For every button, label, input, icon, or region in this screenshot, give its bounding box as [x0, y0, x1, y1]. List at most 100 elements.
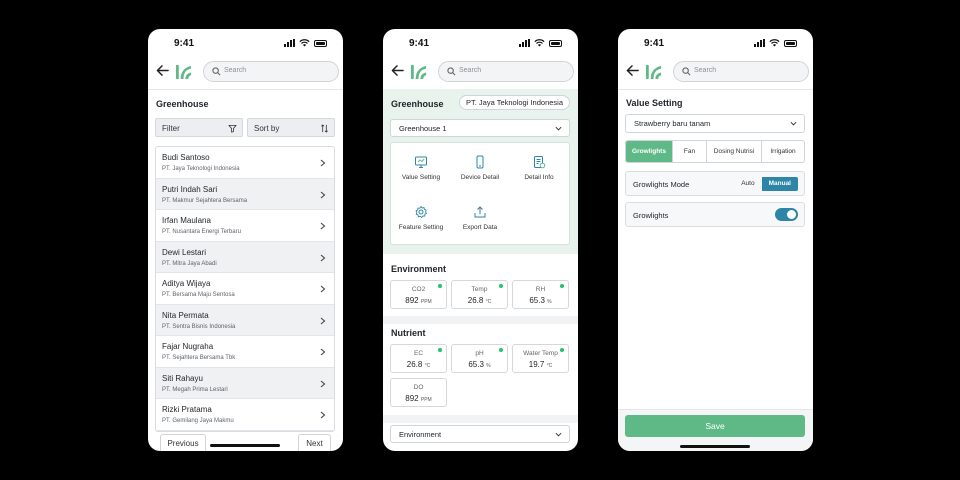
back-arrow-icon[interactable]: [156, 64, 169, 77]
page-title: Greenhouse: [391, 99, 444, 109]
list-item[interactable]: Budi Santoso PT. Jaya Teknologi Indonesia: [156, 147, 334, 179]
search-placeholder: Search: [459, 67, 482, 74]
section-separator: [383, 415, 578, 423]
co2-sensor-card[interactable]: CO2 892 PPM: [390, 280, 447, 309]
item-name: Rizki Pratama: [162, 405, 212, 414]
growlights-toggle-row: Growlights: [625, 202, 805, 227]
item-name: Irfan Maulana: [162, 216, 211, 225]
list-item[interactable]: Dewi Lestari PT. Mitra Jaya Abadi: [156, 241, 334, 273]
chevron-down-icon: [555, 126, 562, 131]
item-company: PT. Megah Prima Lestari: [162, 386, 228, 393]
chevron-right-icon: [320, 159, 326, 167]
list-item[interactable]: Rizki Pratama PT. Gemilang Jaya Makmu: [156, 399, 334, 431]
home-indicator: [210, 444, 280, 447]
sensor-label: CO2: [411, 286, 426, 293]
signal-icon: [284, 39, 295, 47]
header-divider: [618, 89, 813, 90]
phone-device-icon: [476, 155, 484, 169]
search-placeholder: Search: [694, 67, 717, 74]
growlights-toggle[interactable]: [775, 208, 798, 221]
list-item[interactable]: Fajar Nugraha PT. Sejahtera Bersama Tbk: [156, 336, 334, 368]
search-input[interactable]: Search: [673, 61, 809, 82]
chevron-right-icon: [320, 285, 326, 293]
value-setting-label: Value Setting: [401, 174, 441, 181]
sensor-label: RH: [535, 286, 546, 293]
temp-sensor-card[interactable]: Temp 26.8 °C: [451, 280, 508, 309]
filter-button[interactable]: Filter: [155, 118, 243, 137]
item-company: PT. Bersama Maju Sentosa: [162, 292, 235, 298]
mode-segmented-control: Auto Manual: [734, 177, 798, 191]
chevron-down-icon: [555, 432, 562, 437]
mode-manual-option[interactable]: Manual: [761, 177, 798, 191]
tab-dosing-nutrisi[interactable]: Dosing Nutrisi: [707, 141, 762, 162]
status-bar: 9:41: [618, 37, 813, 51]
sensor-value: 26.8: [467, 296, 484, 305]
page-title: Value Setting: [626, 98, 683, 108]
monitor-icon: [415, 156, 427, 168]
value-setting-menu[interactable]: Value Setting: [391, 155, 451, 181]
list-item[interactable]: Irfan Maulana PT. Nusantara Energi Terbar…: [156, 210, 334, 242]
bottom-section-select-value: Environment: [399, 430, 442, 439]
tab-irrigation[interactable]: Irrigation: [762, 141, 804, 162]
tab-fan[interactable]: Fan: [673, 141, 707, 162]
chevron-right-icon: [320, 317, 326, 324]
greenhouse-select[interactable]: Greenhouse 1: [390, 119, 570, 137]
list-item[interactable]: Putri Indah Sari PT. Makmur Sejahtera Ber…: [156, 178, 334, 210]
chevron-right-icon: [320, 348, 326, 356]
rh-sensor-card[interactable]: RH 65.3 %: [512, 280, 569, 309]
sensor-value: 19.7: [528, 360, 545, 369]
item-company: PT. Makmur Sejahtera Bersama: [162, 197, 248, 204]
back-arrow-icon[interactable]: [626, 64, 639, 77]
feature-setting-label: Feature Setting: [398, 224, 444, 231]
water-temp-sensor-card[interactable]: Water Temp 19.7 °C: [512, 344, 569, 373]
search-icon: [212, 67, 221, 76]
mode-auto-option[interactable]: Auto: [734, 177, 761, 191]
status-time: 9:41: [644, 38, 665, 49]
sensor-value: 892: [405, 394, 419, 403]
greenhouse-list-screen: 9:41 Search Greenhouse Filter Sort by Bu…: [148, 29, 343, 451]
device-detail-menu[interactable]: Device Detail: [450, 155, 510, 181]
list-item[interactable]: Siti Rahayu PT. Megah Prima Lestari: [156, 367, 334, 399]
list-item[interactable]: Nita Permata PT. Sentra Bisnis Indonesia: [156, 304, 334, 336]
export-data-menu[interactable]: Export Data: [450, 205, 510, 231]
sensor-unit: PPM: [420, 397, 432, 403]
search-input[interactable]: Search: [438, 61, 574, 82]
sort-label: Sort by: [254, 124, 280, 133]
battery-icon: [784, 39, 797, 47]
sensor-value: 892: [405, 296, 419, 305]
bottom-section-select[interactable]: Environment: [390, 425, 570, 443]
search-icon: [447, 67, 456, 76]
ec-sensor-card[interactable]: EC 26.8 °C: [390, 344, 447, 373]
sensor-label: EC: [413, 350, 424, 357]
save-button[interactable]: Save: [625, 415, 805, 437]
previous-button[interactable]: Previous: [160, 434, 206, 451]
sensor-label: DO: [413, 384, 424, 391]
item-company: PT. Jaya Teknologi Indonesia: [162, 166, 240, 172]
back-arrow-icon[interactable]: [391, 64, 404, 77]
search-input[interactable]: Search: [203, 61, 339, 82]
sort-button[interactable]: Sort by: [247, 118, 335, 137]
detail-info-label: Detail Info: [524, 174, 554, 181]
device-detail-label: Device Detail: [460, 174, 500, 181]
sensor-label: Water Temp: [523, 350, 558, 357]
sensor-unit: %: [486, 363, 491, 369]
plant-select[interactable]: Strawberry baru tanam: [625, 114, 805, 133]
chevron-right-icon: [320, 411, 326, 419]
setting-tabs: Growlights Fan Dosing Nutrisi Irrigation: [625, 140, 805, 163]
company-badge: PT. Jaya Teknologi Indonesia: [458, 95, 570, 110]
do-sensor-card[interactable]: DO 892 PPM: [390, 378, 447, 407]
next-button[interactable]: Next: [298, 434, 331, 451]
tab-growlights[interactable]: Growlights: [626, 141, 673, 162]
sensor-value: 65.3: [529, 296, 545, 305]
page-title: Greenhouse: [156, 99, 209, 109]
growlights-toggle-label: Growlights: [633, 211, 669, 220]
sensor-unit: °C: [546, 363, 553, 369]
item-name: Putri Indah Sari: [162, 184, 218, 194]
greenhouse-select-value: Greenhouse 1: [399, 124, 447, 133]
ph-sensor-card[interactable]: pH 65.3 %: [451, 344, 508, 373]
sensor-value: 26.8: [406, 360, 423, 369]
feature-setting-menu[interactable]: Feature Setting: [391, 205, 451, 231]
gear-icon: [415, 206, 427, 218]
detail-info-menu[interactable]: Detail Info: [509, 155, 569, 181]
list-item[interactable]: Aditya Wijaya PT. Bersama Maju Sentosa: [156, 273, 334, 305]
